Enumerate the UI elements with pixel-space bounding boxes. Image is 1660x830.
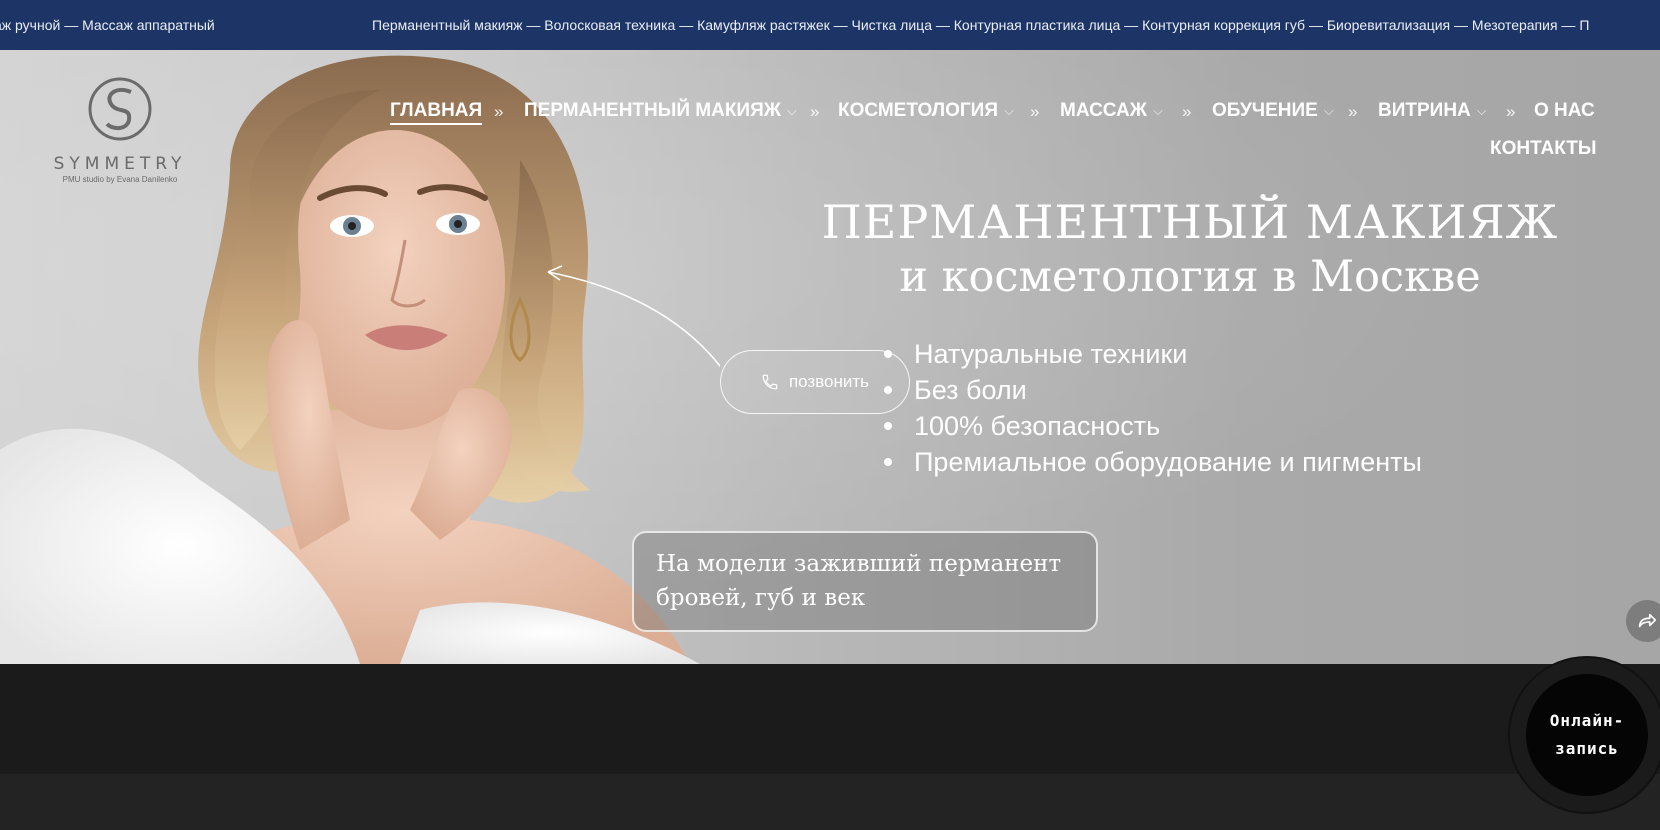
chevron-down-icon: ⌵ — [1152, 103, 1163, 118]
nav-item-cosmetology[interactable]: КОСМЕТОЛОГИЯ ⌵ — [838, 100, 1014, 122]
hero-benefits-list: Натуральные техники Без боли 100% безопа… — [884, 336, 1422, 480]
online-booking-button[interactable]: Онлайн- запись — [1526, 674, 1648, 796]
nav-separator: » — [1182, 102, 1192, 121]
nav-row-1: ГЛАВНАЯ » ПЕРМАНЕНТНЫЙ МАКИЯЖ ⌵ » КОСМЕТ… — [386, 100, 1626, 138]
model-caption: На модели заживший перманент бровей, губ… — [632, 531, 1098, 632]
nav-separator: » — [810, 102, 820, 121]
list-item: Без боли — [884, 372, 1422, 408]
dark-section-lower — [0, 774, 1660, 830]
nav-separator: » — [494, 102, 504, 121]
dark-section — [0, 664, 1660, 774]
main-nav: ГЛАВНАЯ » ПЕРМАНЕНТНЫЙ МАКИЯЖ ⌵ » КОСМЕТ… — [386, 100, 1626, 176]
nav-item-showcase[interactable]: ВИТРИНА ⌵ — [1378, 100, 1487, 122]
phone-icon — [762, 374, 778, 390]
call-button-label: позвонить — [788, 372, 870, 391]
share-button[interactable] — [1626, 600, 1660, 642]
nav-item-permanent-makeup[interactable]: ПЕРМАНЕНТНЫЙ МАКИЯЖ ⌵ — [524, 100, 797, 122]
booking-label-line2: запись — [1555, 739, 1619, 758]
share-arrow-icon — [1638, 613, 1657, 628]
booking-label-line1: Онлайн- — [1549, 711, 1625, 730]
list-item: Премиальное оборудование и пигменты — [884, 444, 1422, 480]
hero-title-line2: и косметология в Москве — [899, 252, 1481, 302]
list-item: 100% безопасность — [884, 408, 1422, 444]
nav-row-2: КОНТАКТЫ — [386, 138, 1626, 176]
symmetry-s-logo-icon — [88, 77, 152, 141]
services-ticker: аж ручной — Массаж аппаратный Перманентн… — [0, 0, 1660, 50]
symmetry-logo[interactable]: SYMMETRY PMU studio by Evana Danilenko — [40, 76, 200, 184]
ticker-text-main: Перманентный макияж — Волосковая техника… — [372, 17, 1590, 33]
nav-separator: » — [1506, 102, 1516, 121]
hero-section: SYMMETRY PMU studio by Evana Danilenko Г… — [0, 50, 1660, 664]
nav-separator: » — [1030, 102, 1040, 121]
hero-headline: ПЕРМАНЕНТНЫЙ МАКИЯЖ и косметология в Мос… — [790, 194, 1590, 304]
chevron-down-icon: ⌵ — [1476, 103, 1487, 118]
nav-item-about[interactable]: О НАС — [1534, 100, 1595, 122]
logo-name: SYMMETRY — [53, 154, 187, 174]
chevron-down-icon: ⌵ — [1323, 103, 1334, 118]
hero-title-line1: ПЕРМАНЕНТНЫЙ МАКИЯЖ — [821, 195, 1559, 249]
nav-separator: » — [1348, 102, 1358, 121]
nav-item-massage[interactable]: МАССАЖ ⌵ — [1060, 100, 1163, 122]
call-button[interactable]: позвонить — [720, 350, 910, 414]
chevron-down-icon: ⌵ — [1003, 103, 1014, 118]
nav-item-contacts[interactable]: КОНТАКТЫ — [1490, 138, 1597, 160]
chevron-down-icon: ⌵ — [786, 103, 797, 118]
logo-tagline: PMU studio by Evana Danilenko — [62, 175, 178, 184]
nav-item-home[interactable]: ГЛАВНАЯ — [390, 100, 483, 125]
list-item: Натуральные техники — [884, 336, 1422, 372]
ticker-text-left: аж ручной — Массаж аппаратный — [0, 17, 215, 33]
nav-item-training[interactable]: ОБУЧЕНИЕ ⌵ — [1212, 100, 1334, 122]
